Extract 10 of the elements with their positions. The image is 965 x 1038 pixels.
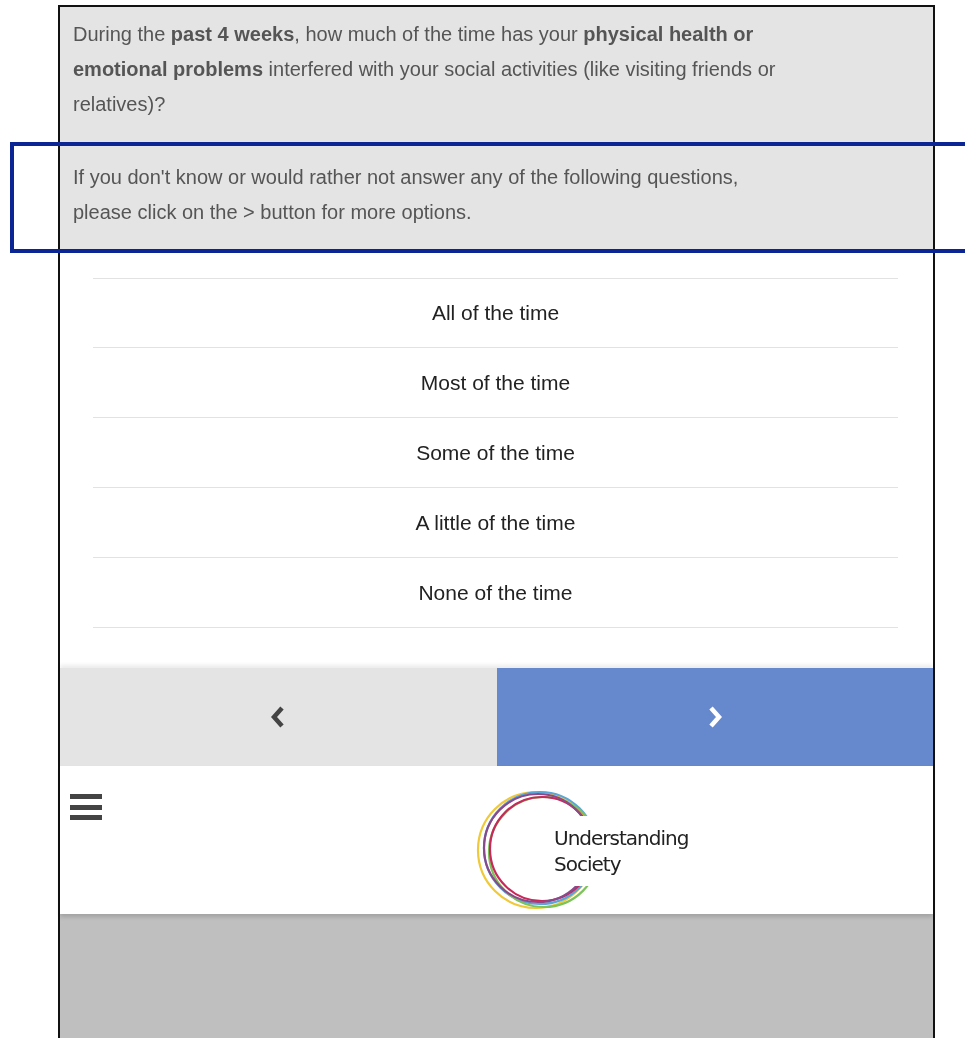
logo-text: Understanding — [554, 825, 689, 851]
instruction-text: If you don't know or would rather not answer any of the following questions, please click on the > button for more options. — [72, 165, 740, 225]
menu-icon[interactable] — [70, 794, 102, 820]
answer-option[interactable]: All of the time — [93, 278, 898, 348]
chevron-left-icon — [270, 705, 287, 729]
back-button[interactable] — [60, 668, 497, 766]
chevron-right-icon — [706, 705, 723, 729]
logo-text: Society — [554, 851, 622, 877]
next-button[interactable] — [496, 668, 933, 766]
question-text: During the past 4 weeks, how much of the time has your physical health or emotional problems interfered with your social activities (like visiting friends or relatives)? — [72, 22, 777, 117]
